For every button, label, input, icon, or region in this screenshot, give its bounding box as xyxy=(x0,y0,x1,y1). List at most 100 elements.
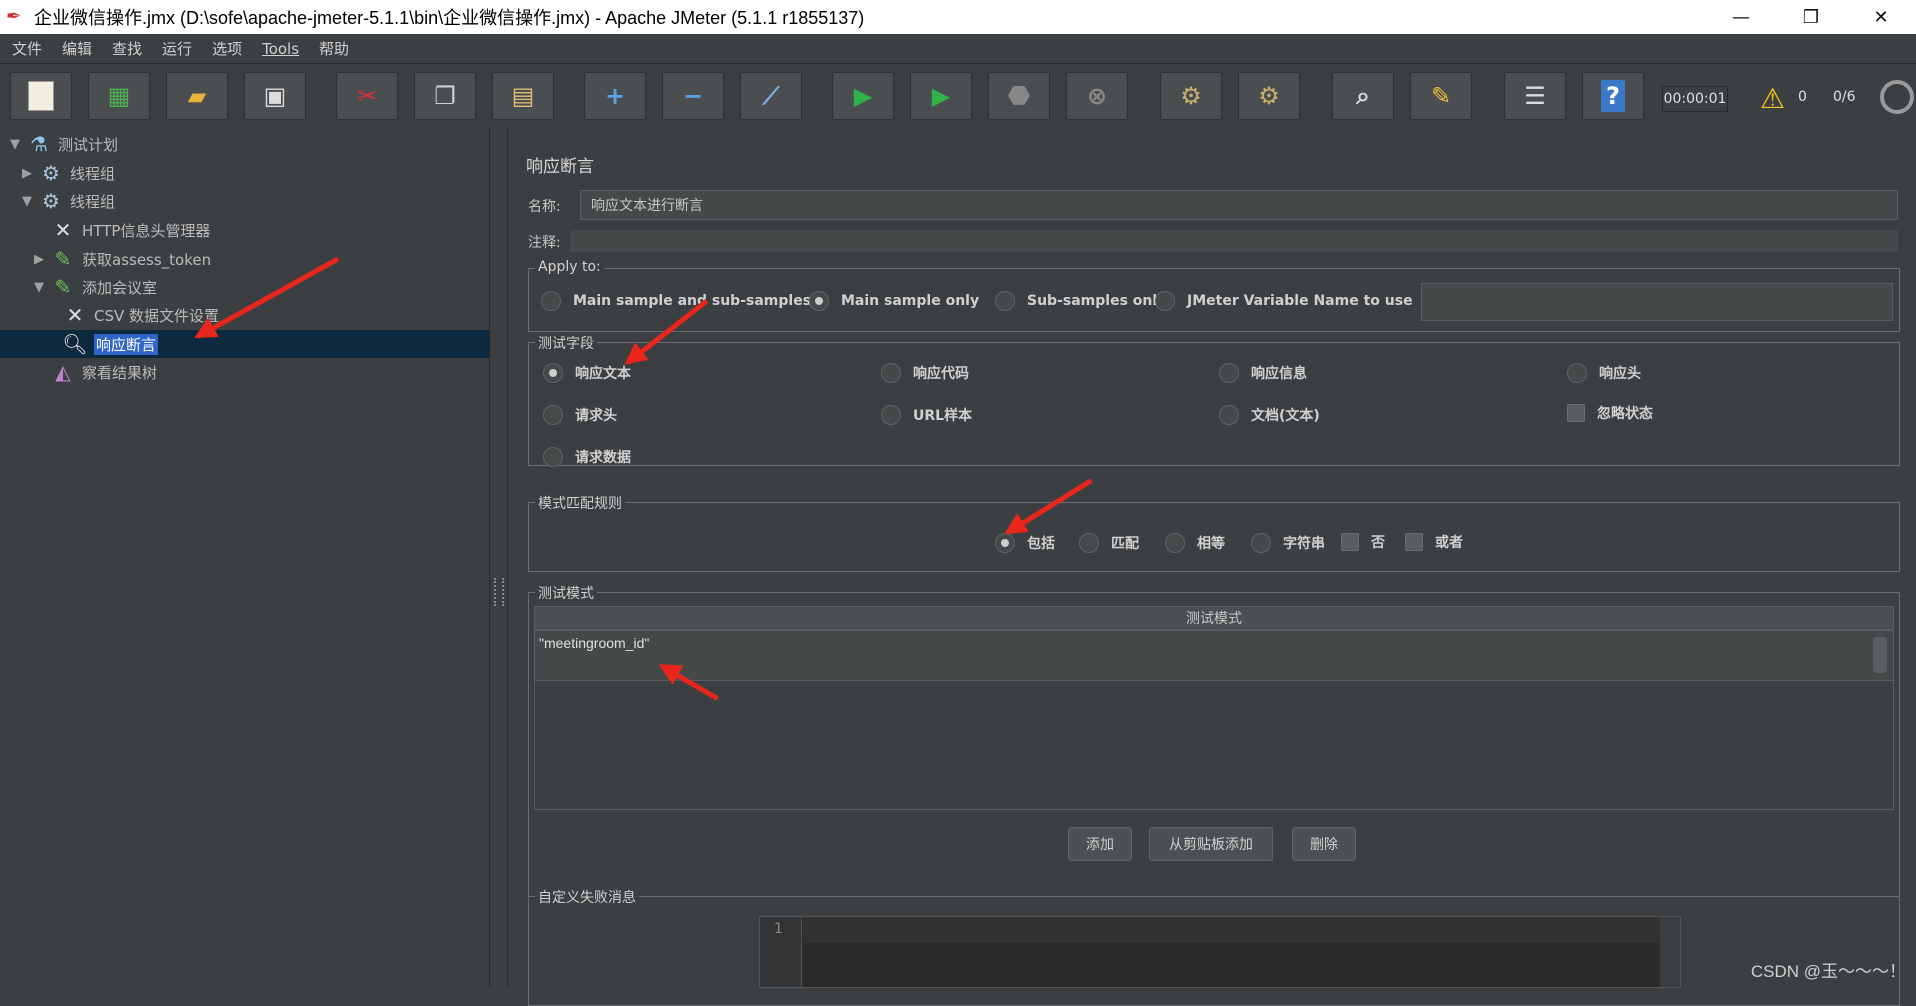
tree-node-thread-group[interactable]: ▼ ⚙ 线程组 xyxy=(20,187,115,215)
expand-toggle-icon[interactable]: ▶ xyxy=(20,166,34,181)
reset-search-button[interactable]: ✎ xyxy=(1410,72,1472,120)
new-button[interactable] xyxy=(10,72,72,120)
tree-node-header-manager[interactable]: ✕ HTTP信息头管理器 xyxy=(50,216,210,244)
comment-field[interactable] xyxy=(570,230,1898,252)
close-button[interactable]: ✕ xyxy=(1846,0,1916,34)
start-button[interactable]: ▶ xyxy=(832,72,894,120)
radio-icon[interactable] xyxy=(1567,363,1587,383)
stop-button[interactable]: ⬣ xyxy=(988,72,1050,120)
clear-all-button[interactable]: ⚙ xyxy=(1238,72,1300,120)
menu-search[interactable]: 查找 xyxy=(112,38,142,59)
save-button[interactable]: ▣ xyxy=(244,72,306,120)
option-main-and-sub[interactable]: Main sample and sub-samples xyxy=(541,291,811,311)
ignore-status-checkbox[interactable]: 忽略状态 xyxy=(1567,403,1653,423)
collapse-toggle-icon[interactable]: ▼ xyxy=(32,280,46,295)
remote-start-icon[interactable] xyxy=(1880,80,1914,114)
variable-name-input[interactable] xyxy=(1421,283,1893,321)
start-no-pauses-button[interactable]: ▶ xyxy=(910,72,972,120)
menu-run[interactable]: 运行 xyxy=(162,38,192,59)
menu-help[interactable]: 帮助 xyxy=(319,38,349,59)
delete-button[interactable]: 删除 xyxy=(1292,827,1356,861)
radio-icon[interactable] xyxy=(543,405,563,425)
split-pane-divider[interactable] xyxy=(490,128,508,988)
collapse-toggle-icon[interactable]: ▼ xyxy=(20,194,34,209)
name-field[interactable]: 响应文本进行断言 xyxy=(580,190,1898,220)
elapsed-timer: 00:00:01 xyxy=(1662,86,1728,112)
tree-node-results-tree[interactable]: ◭ 察看结果树 xyxy=(50,358,157,386)
toggle-button[interactable]: ⟋ xyxy=(740,72,802,120)
rule-matches[interactable]: 匹配 xyxy=(1079,533,1139,553)
radio-icon[interactable] xyxy=(995,291,1015,311)
paste-button[interactable]: ▤ xyxy=(492,72,554,120)
field-response-text[interactable]: 响应文本 xyxy=(543,363,631,383)
table-scrollbar[interactable] xyxy=(1873,637,1887,673)
collapse-toggle-icon[interactable]: ▼ xyxy=(8,137,22,152)
menu-options[interactable]: 选项 xyxy=(212,38,242,59)
help-button[interactable]: ? xyxy=(1582,72,1644,120)
field-request-headers[interactable]: 请求头 xyxy=(543,405,617,425)
warning-icon[interactable]: ⚠ xyxy=(1760,82,1785,115)
checkbox-icon[interactable] xyxy=(1567,404,1585,422)
shutdown-button[interactable]: ⊗ xyxy=(1066,72,1128,120)
radio-icon[interactable] xyxy=(1219,363,1239,383)
editor-scrollbar[interactable] xyxy=(1660,917,1680,987)
radio-icon[interactable] xyxy=(881,405,901,425)
expand-toggle-icon[interactable]: ▶ xyxy=(32,252,46,267)
menu-tools[interactable]: Tools xyxy=(262,40,299,58)
rule-not-checkbox[interactable]: 否 xyxy=(1341,532,1385,552)
menu-file[interactable]: 文件 xyxy=(12,38,42,59)
field-response-code[interactable]: 响应代码 xyxy=(881,363,969,383)
open-button[interactable]: ▰ xyxy=(166,72,228,120)
minimize-button[interactable]: — xyxy=(1706,0,1776,34)
option-sub-only[interactable]: Sub-samples only xyxy=(995,291,1166,311)
tree-node-test-plan[interactable]: ▼ ⚗ 测试计划 xyxy=(8,130,118,158)
tree-node-thread-group[interactable]: ▶ ⚙ 线程组 xyxy=(20,159,115,187)
apply-to-group: Apply to: Main sample and sub-samples Ma… xyxy=(528,268,1900,332)
field-url-sampled[interactable]: URL样本 xyxy=(881,405,972,425)
radio-selected-icon[interactable] xyxy=(809,291,829,311)
tree-node-sampler-token[interactable]: ▶ ✎ 获取assess_token xyxy=(32,245,211,273)
rule-contains[interactable]: 包括 xyxy=(995,533,1055,553)
collapse-all-button[interactable]: − xyxy=(662,72,724,120)
radio-icon[interactable] xyxy=(543,447,563,467)
copy-button[interactable]: ❐ xyxy=(414,72,476,120)
tree-node-response-assertion[interactable]: 🔍︎ 响应断言 xyxy=(0,330,490,358)
radio-icon[interactable] xyxy=(541,291,561,311)
rule-substring[interactable]: 字符串 xyxy=(1251,533,1325,553)
option-jmeter-variable[interactable]: JMeter Variable Name to use xyxy=(1155,291,1413,311)
add-button[interactable]: 添加 xyxy=(1068,827,1132,861)
radio-icon[interactable] xyxy=(1165,533,1185,553)
option-main-only[interactable]: Main sample only xyxy=(809,291,979,311)
failure-message-editor[interactable]: 1 xyxy=(759,916,1681,988)
radio-selected-icon[interactable] xyxy=(543,363,563,383)
field-request-data[interactable]: 请求数据 xyxy=(543,447,631,467)
rule-equals[interactable]: 相等 xyxy=(1165,533,1225,553)
checkbox-icon[interactable] xyxy=(1405,533,1423,551)
patterns-column-header[interactable]: 测试模式 xyxy=(534,606,1894,630)
field-response-message[interactable]: 响应信息 xyxy=(1219,363,1307,383)
clear-button[interactable]: ⚙ xyxy=(1160,72,1222,120)
add-from-clipboard-button[interactable]: 从剪贴板添加 xyxy=(1149,827,1273,861)
radio-icon[interactable] xyxy=(881,363,901,383)
maximize-button[interactable]: ❐ xyxy=(1776,0,1846,34)
search-button[interactable]: ⌕ xyxy=(1332,72,1394,120)
field-document-text[interactable]: 文档(文本) xyxy=(1219,405,1320,425)
function-helper-button[interactable]: ☰ xyxy=(1504,72,1566,120)
radio-icon[interactable] xyxy=(1219,405,1239,425)
expand-all-button[interactable]: + xyxy=(584,72,646,120)
menu-edit[interactable]: 编辑 xyxy=(62,38,92,59)
tree-node-sampler-room[interactable]: ▼ ✎ 添加会议室 xyxy=(32,273,157,301)
table-row[interactable]: "meetingroom_id" xyxy=(535,631,1893,681)
radio-icon[interactable] xyxy=(1079,533,1099,553)
current-line-highlight xyxy=(803,917,1680,943)
radio-icon[interactable] xyxy=(1251,533,1271,553)
header-manager-icon: ✕ xyxy=(50,217,76,243)
toggle-icon: ⟋ xyxy=(756,81,786,111)
cut-button[interactable]: ✂ xyxy=(336,72,398,120)
radio-icon[interactable] xyxy=(1155,291,1175,311)
splitter-grip-icon[interactable] xyxy=(494,578,504,606)
checkbox-icon[interactable] xyxy=(1341,533,1359,551)
field-response-headers[interactable]: 响应头 xyxy=(1567,363,1641,383)
templates-button[interactable]: ▦ xyxy=(88,72,150,120)
rule-or-checkbox[interactable]: 或者 xyxy=(1405,532,1463,552)
